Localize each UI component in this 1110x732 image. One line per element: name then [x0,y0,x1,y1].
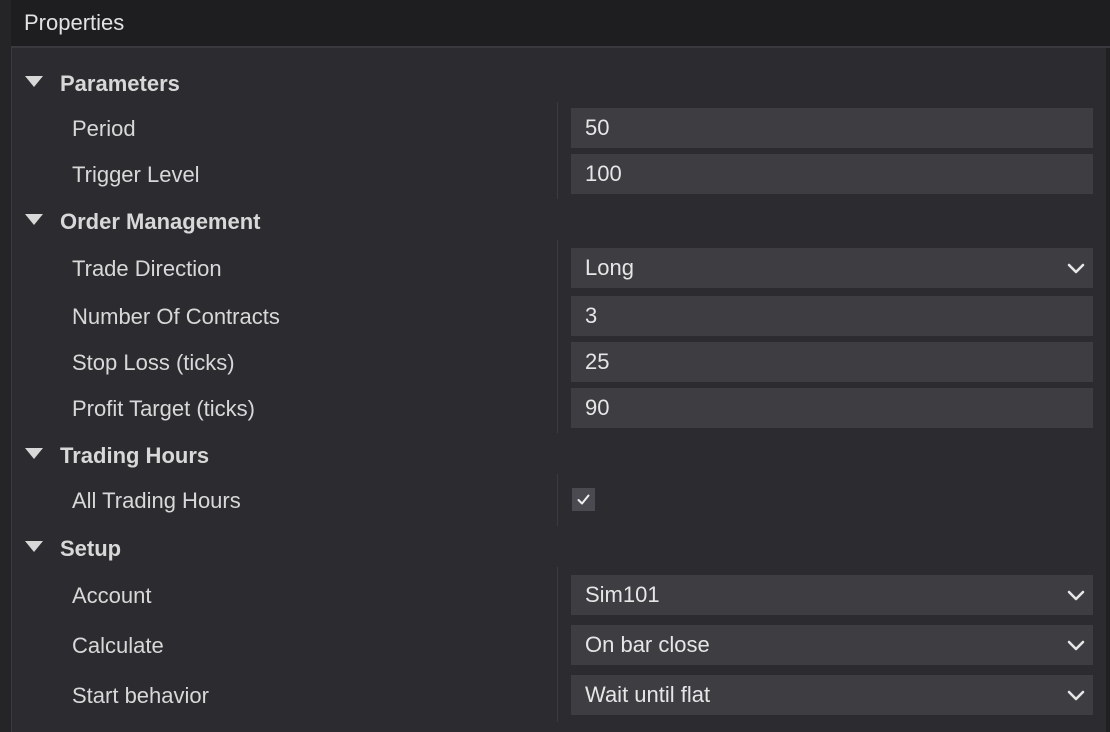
left-edge-strip [0,0,12,732]
column-divider[interactable] [557,102,558,199]
property-label-period: Period [72,116,136,141]
calculate-select[interactable]: On bar close [571,625,1093,665]
trade-direction-select[interactable]: Long [571,248,1093,288]
chevron-down-icon[interactable] [1067,259,1085,277]
account-select[interactable]: Sim101 [571,575,1093,615]
account-value: Sim101 [585,582,660,607]
checkmark-icon [577,494,590,505]
trade-direction-value: Long [585,255,634,280]
property-label-calculate: Calculate [72,633,164,658]
triangle-down-icon[interactable] [25,76,43,87]
calculate-value: On bar close [585,632,710,657]
trigger-level-input[interactable]: 100 [571,154,1093,194]
stop-loss-input[interactable]: 25 [571,342,1093,382]
chevron-down-icon[interactable] [1067,636,1085,654]
category-order-management[interactable]: Order Management [11,200,1091,240]
property-label-start-behavior: Start behavior [72,683,209,708]
number-of-contracts-input[interactable]: 3 [571,296,1093,336]
properties-panel: Properties Parameters Period 50 Trigger … [0,0,1110,732]
start-behavior-select[interactable]: Wait until flat [571,675,1093,715]
triangle-down-icon[interactable] [25,448,43,459]
chevron-down-icon[interactable] [1067,586,1085,604]
category-setup[interactable]: Setup [11,527,1091,567]
property-label-stop-loss: Stop Loss (ticks) [72,350,235,375]
property-label-all-trading-hours: All Trading Hours [72,488,241,513]
property-label-trigger-level: Trigger Level [72,162,200,187]
column-divider[interactable] [557,474,558,526]
chevron-down-icon[interactable] [1067,686,1085,704]
column-divider[interactable] [557,240,558,433]
all-trading-hours-checkbox[interactable] [572,488,595,511]
category-label: Order Management [60,209,261,234]
category-label: Parameters [60,71,180,96]
category-trading-hours[interactable]: Trading Hours [11,434,1091,474]
panel-title: Properties [24,10,125,35]
triangle-down-icon[interactable] [25,541,43,552]
property-label-number-of-contracts: Number Of Contracts [72,304,280,329]
period-input[interactable]: 50 [571,108,1093,148]
category-parameters[interactable]: Parameters [11,62,1091,102]
scrollbar-track[interactable] [1106,48,1110,732]
panel-header: Properties [11,0,1110,48]
start-behavior-value: Wait until flat [585,682,711,707]
property-label-account: Account [72,583,152,608]
category-label: Setup [60,536,122,561]
triangle-down-icon[interactable] [25,214,43,225]
property-label-profit-target: Profit Target (ticks) [72,396,255,421]
property-label-trade-direction: Trade Direction [72,256,222,281]
column-divider[interactable] [557,567,558,722]
profit-target-input[interactable]: 90 [571,388,1093,428]
category-label: Trading Hours [60,443,210,468]
